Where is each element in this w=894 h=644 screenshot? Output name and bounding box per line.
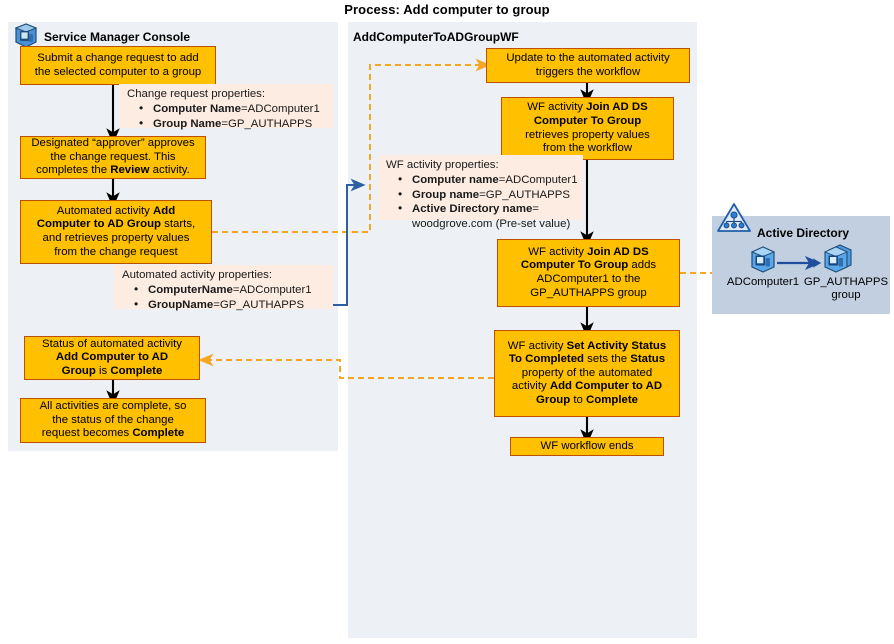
box-line-bold: Add Computer to AD <box>55 351 169 364</box>
process-box-approver-approves[interactable]: Designated “approver” approves the chang… <box>20 136 206 179</box>
box-line: the change request. This <box>50 150 176 163</box>
box-line-bold: Set Activity Status <box>566 339 667 352</box>
box-line-bold: Join AD DS <box>586 101 648 114</box>
box-line-bold: Add Computer to AD <box>549 380 663 393</box>
box-line: activity. <box>149 164 190 177</box>
callout-item: ComputerName=ADComputer1 <box>134 282 329 297</box>
callout-item: Computer name=ADComputer1 <box>398 172 579 187</box>
box-line: Designated “approver” approves <box>31 137 195 150</box>
box-line: is <box>95 364 111 377</box>
box-line: property of the automated <box>521 366 653 379</box>
box-line-bold: Add <box>153 204 176 217</box>
process-box-submit-change-request[interactable]: Submit a change request to add the selec… <box>20 46 216 85</box>
box-line: starts, <box>161 218 196 231</box>
callout-automated-activity-properties: Automated activity properties: ComputerN… <box>114 265 333 312</box>
box-line: activity <box>511 380 550 393</box>
box-line-bold: Computer To Group <box>533 114 642 127</box>
box-line-bold: Group <box>536 393 571 406</box>
process-box-update-triggers-workflow[interactable]: Update to the automated activity trigger… <box>486 48 690 83</box>
ad-node-label-adcomputer1: ADComputer1 <box>726 276 800 288</box>
callout-item-value: =GP_AUTHAPPS <box>479 188 570 201</box>
ad-node-label-gp-authapps: GP_AUTHAPPS group <box>800 276 892 302</box>
ad-node-label-line1: GP_AUTHAPPS <box>803 276 889 288</box>
callout-item-value: = <box>532 203 539 216</box>
box-line: completes the <box>36 164 111 177</box>
box-line: Update to the automated activity <box>506 51 670 64</box>
ad-node-label-line2: group <box>831 289 861 301</box>
box-line-bold: Complete <box>132 427 185 440</box>
ad-membership-arrow <box>777 255 822 271</box>
callout-item-name: Computer Name <box>153 103 241 116</box>
process-box-wf-join-retrieves[interactable]: WF activity Join AD DS Computer To Group… <box>501 97 674 160</box>
callout-wf-activity-properties: WF activity properties: Computer name=AD… <box>378 155 583 230</box>
active-directory-title: Active Directory <box>757 226 850 240</box>
box-line: from the change request <box>54 245 178 258</box>
box-line: sets the <box>584 353 631 366</box>
box-line: and retrieves property values <box>42 232 190 244</box>
callout-title: Automated activity properties: <box>122 269 273 281</box>
process-box-status-automated-activity-complete[interactable]: Status of automated activity Add Compute… <box>24 336 200 380</box>
box-line: GP_AUTHAPPS group <box>530 286 647 299</box>
box-line-bold: Review <box>110 164 150 177</box>
box-line: request becomes <box>41 427 133 440</box>
callout-item: GroupName=GP_AUTHAPPS <box>134 297 329 312</box>
diagram-canvas: Process: Add computer to group Service M… <box>0 0 894 644</box>
callout-title: WF activity properties: <box>386 159 499 171</box>
callout-change-request-properties: Change request properties: Computer Name… <box>119 84 333 131</box>
page-title: Process: Add computer to group <box>344 2 550 17</box>
callout-item: Group Name=GP_AUTHAPPS <box>139 116 329 131</box>
process-box-automated-activity-starts[interactable]: Automated activity Add Computer to AD Gr… <box>20 200 212 264</box>
box-line: WF activity <box>527 101 587 114</box>
callout-item-name: Active Directory name <box>412 203 533 216</box>
box-line-bold: To Completed <box>508 353 585 366</box>
box-line: from the workflow <box>542 142 633 155</box>
box-line: Status of automated activity <box>42 337 182 350</box>
callout-item-name: ComputerName <box>148 284 233 297</box>
callout-item-continuation: woodgrove.com (Pre-set value) <box>412 217 571 230</box>
box-line: the selected computer to a group <box>34 65 202 78</box>
callout-item-name: Computer name <box>412 174 499 187</box>
active-directory-icon <box>716 202 752 234</box>
box-line-bold: Computer To Group <box>520 259 629 272</box>
callout-item-value: =GP_AUTHAPPS <box>221 117 313 130</box>
box-line: retrieves property values <box>525 128 650 141</box>
callout-item-value: =ADComputer1 <box>498 174 578 187</box>
box-line: to <box>570 393 587 406</box>
box-line-bold: Join AD DS <box>587 245 649 258</box>
callout-item-name: Group name <box>412 188 480 201</box>
box-line: WF activity <box>528 245 588 258</box>
box-line-bold: Computer to AD Group <box>36 218 162 231</box>
box-line: All activities are complete, so <box>39 400 187 413</box>
box-line: adds <box>628 259 657 272</box>
process-box-wf-join-adds[interactable]: WF activity Join AD DS Computer To Group… <box>497 239 680 307</box>
lane-title-console: Service Manager Console <box>44 30 191 44</box>
callout-item-value: =ADComputer1 <box>240 103 320 116</box>
box-line: WF activity <box>507 339 567 352</box>
process-box-wf-set-activity-status[interactable]: WF activity Set Activity Status To Compl… <box>494 330 680 417</box>
lane-title-workflow: AddComputerToADGroupWF <box>353 30 519 44</box>
box-line: WF workflow ends <box>540 439 634 452</box>
callout-title: Change request properties: <box>127 88 266 100</box>
callout-item-value: =GP_AUTHAPPS <box>213 298 305 311</box>
box-line: ADComputer1 to the <box>536 273 641 285</box>
box-line-bold: Status <box>630 353 666 366</box>
callout-item-name: GroupName <box>148 298 214 311</box>
process-box-wf-workflow-ends[interactable]: WF workflow ends <box>510 437 664 456</box>
box-line: Automated activity <box>56 204 154 217</box>
box-line: Submit a change request to add <box>37 51 199 64</box>
callout-item: Active Directory name= woodgrove.com (Pr… <box>398 201 579 231</box>
callout-item-name: Group Name <box>153 117 222 130</box>
box-line-bold: Complete <box>110 364 163 377</box>
box-line: the status of the change <box>52 413 174 426</box>
box-line-bold: Complete <box>586 393 638 406</box>
callout-item: Computer Name=ADComputer1 <box>139 101 329 116</box>
callout-item: Group name=GP_AUTHAPPS <box>398 187 579 202</box>
box-line: triggers the workflow <box>535 65 641 78</box>
box-line-bold: Group <box>61 364 96 377</box>
callout-item-value: =ADComputer1 <box>232 284 312 297</box>
process-box-change-request-complete[interactable]: All activities are complete, so the stat… <box>20 398 206 443</box>
